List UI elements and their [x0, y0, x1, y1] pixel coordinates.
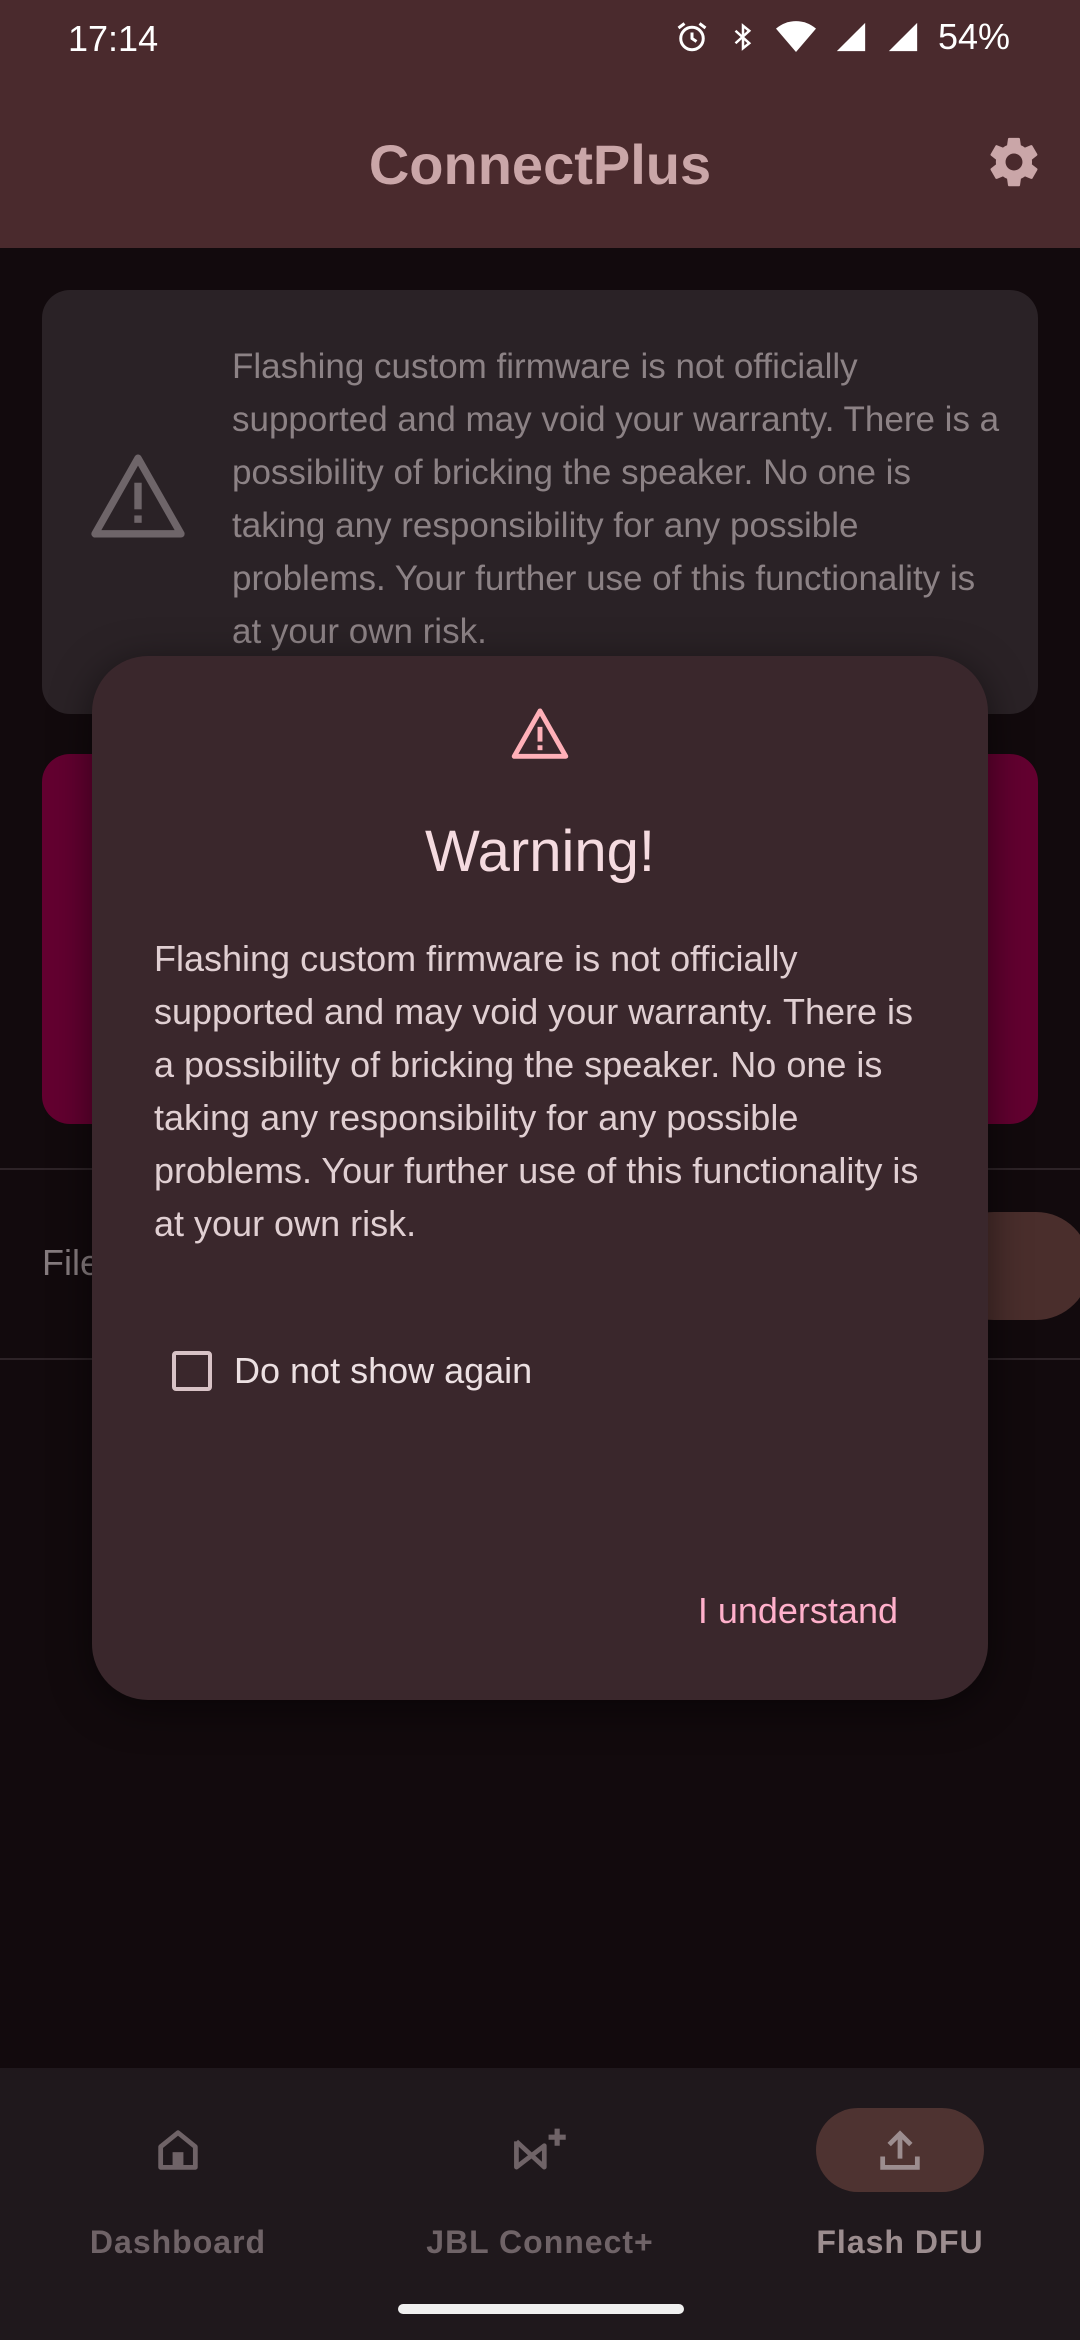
bluetooth-icon — [734, 23, 752, 51]
do-not-show-again-checkbox[interactable] — [172, 1351, 212, 1391]
upload-icon — [880, 2130, 920, 2170]
dialog-title: Warning! — [425, 819, 655, 884]
gear-icon — [990, 137, 1038, 187]
warning-icon — [91, 454, 185, 538]
nav-item-jbl-connect[interactable]: JBL Connect+ — [380, 2108, 700, 2288]
warning-info-card: Flashing custom firmware is not official… — [42, 290, 1038, 714]
bottom-navigation: Dashboard JBL Connect+ Flash DFU — [0, 2068, 1080, 2340]
signal-icon — [888, 22, 918, 52]
dialog-body: Flashing custom firmware is not official… — [154, 938, 919, 1244]
home-indicator[interactable] — [398, 2304, 684, 2314]
status-time: 17:14 — [68, 18, 159, 59]
battery-percent: 54% — [937, 16, 1010, 57]
do-not-show-again-row[interactable]: Do not show again — [172, 1350, 532, 1392]
top-app-bar: ConnectPlus — [0, 80, 1080, 248]
app-title: ConnectPlus — [368, 133, 712, 196]
home-icon — [158, 2130, 198, 2170]
nav-pill — [456, 2108, 624, 2192]
signal-icon — [836, 22, 866, 52]
alarm-icon — [677, 22, 707, 52]
status-icons: 54% — [674, 16, 1010, 58]
i-understand-button[interactable]: I understand — [698, 1580, 898, 1642]
nav-pill-active — [816, 2108, 984, 2192]
nav-label: Flash DFU — [816, 2224, 984, 2260]
settings-button[interactable] — [982, 130, 1046, 194]
warning-info-text: Flashing custom firmware is not official… — [232, 347, 1000, 651]
warning-icon — [511, 708, 569, 759]
nav-label: JBL Connect+ — [426, 2224, 654, 2260]
connect-icon — [514, 2128, 566, 2170]
nav-pill — [94, 2108, 262, 2192]
wifi-icon — [775, 21, 816, 52]
nav-item-flash-dfu[interactable]: Flash DFU — [740, 2108, 1060, 2288]
status-bar: 17:14 54% — [0, 0, 1080, 80]
nav-label: Dashboard — [89, 2224, 267, 2260]
do-not-show-again-label: Do not show again — [234, 1350, 533, 1391]
warning-dialog: Warning! Flashing custom firmware is not… — [92, 656, 988, 1700]
nav-item-dashboard[interactable]: Dashboard — [18, 2108, 338, 2288]
